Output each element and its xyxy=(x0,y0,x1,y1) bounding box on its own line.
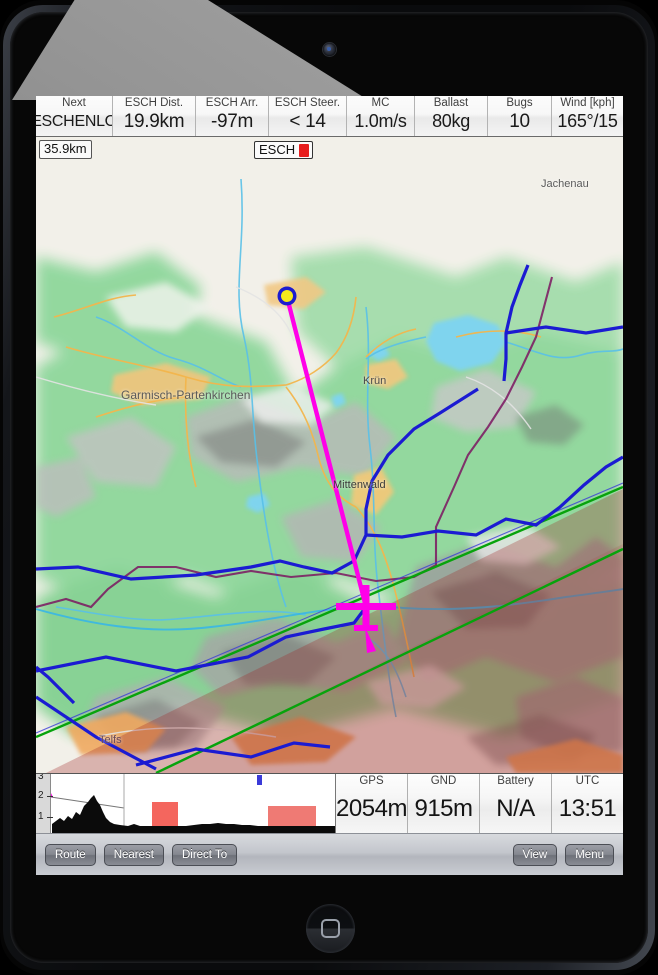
infobox-next[interactable]: Next ESCHENLO xyxy=(36,96,113,136)
infobox-value: 915m xyxy=(414,789,472,829)
infobox-value: 2054m xyxy=(336,789,407,829)
infobox-utc[interactable]: UTC 13:51 xyxy=(552,774,623,833)
infobox-title: Battery xyxy=(497,774,533,789)
profile-tick-3: 3 xyxy=(38,774,44,782)
moving-map[interactable]: 35.9km ESCH Jachenau Garmisch-Partenkirch… xyxy=(36,137,623,773)
profile-airspace-block xyxy=(268,806,316,826)
infobox-battery[interactable]: Battery N/A xyxy=(480,774,552,833)
direct-to-button[interactable]: Direct To xyxy=(172,844,237,866)
map-place-label: Jachenau xyxy=(541,178,589,190)
front-camera-icon xyxy=(323,43,336,56)
home-button[interactable] xyxy=(306,904,355,953)
map-place-label: Mittenwald xyxy=(333,479,386,491)
tablet-device: Next ESCHENLO ESCH Dist. 19.9km ESCH Arr… xyxy=(0,0,658,975)
infobox-title: Ballast xyxy=(434,97,469,110)
infobox-value: ESCHENLO xyxy=(36,110,113,133)
menu-button[interactable]: Menu xyxy=(565,844,614,866)
map-place-label: Garmisch-Partenkirchen xyxy=(121,388,250,402)
profile-tick-1: 1 xyxy=(38,811,44,822)
infobox-bugs[interactable]: Bugs 10 xyxy=(488,96,552,136)
bottom-toolbar: Route Nearest Direct To View Menu xyxy=(36,833,623,875)
infobox-value: 1.0m/s xyxy=(354,110,406,133)
route-button[interactable]: Route xyxy=(45,844,96,866)
infobox-value: 19.9km xyxy=(124,110,185,133)
infobox-title: Next xyxy=(62,97,86,110)
waypoint-color-swatch xyxy=(299,144,309,157)
nearest-button[interactable]: Nearest xyxy=(104,844,164,866)
profile-airspace-block xyxy=(152,802,178,826)
infobox-value: 80kg xyxy=(432,110,470,133)
infobox-title: MC xyxy=(372,97,390,110)
profile-y-axis xyxy=(36,774,51,833)
infobox-title: Wind [kph] xyxy=(560,97,614,110)
infobox-title: GND xyxy=(431,774,457,789)
infobox-title: ESCH Arr. xyxy=(206,97,258,110)
view-button[interactable]: View xyxy=(513,844,558,866)
infobox-esch-steer[interactable]: ESCH Steer. < 14 xyxy=(269,96,347,136)
map-place-label: Krün xyxy=(363,375,386,387)
infobox-wind[interactable]: Wind [kph] 165°/15 xyxy=(552,96,623,136)
infobox-esch-dist[interactable]: ESCH Dist. 19.9km xyxy=(113,96,196,136)
profile-canvas xyxy=(36,774,336,833)
bottom-status-row: 3 2 1 GPS 2054m GND 915m Battery N/A UTC… xyxy=(36,773,623,833)
waypoint-marker xyxy=(278,287,297,306)
infobox-title: GPS xyxy=(359,774,383,789)
infobox-value: 10 xyxy=(509,110,530,133)
terrain-profile-chart[interactable]: 3 2 1 xyxy=(36,774,336,833)
infobox-value: 165°/15 xyxy=(557,110,617,133)
infobox-gnd[interactable]: GND 915m xyxy=(408,774,480,833)
infobox-gps[interactable]: GPS 2054m xyxy=(336,774,408,833)
map-canvas xyxy=(36,137,623,773)
infobox-title: ESCH Steer. xyxy=(275,97,340,110)
infobox-value: 13:51 xyxy=(559,789,617,829)
profile-tick-2: 2 xyxy=(38,790,44,801)
infobox-ballast[interactable]: Ballast 80kg xyxy=(415,96,488,136)
infobox-esch-arr[interactable]: ESCH Arr. -97m xyxy=(196,96,269,136)
infobox-title: UTC xyxy=(576,774,600,789)
infobox-value: N/A xyxy=(496,789,535,829)
top-infobox-bar: Next ESCHENLO ESCH Dist. 19.9km ESCH Arr… xyxy=(36,96,623,137)
map-scale-badge: 35.9km xyxy=(39,140,92,159)
waypoint-label-text: ESCH xyxy=(259,142,295,158)
infobox-value: -97m xyxy=(211,110,253,133)
infobox-title: Bugs xyxy=(506,97,532,110)
waypoint-label-esch[interactable]: ESCH xyxy=(254,141,313,159)
infobox-mc[interactable]: MC 1.0m/s xyxy=(347,96,415,136)
infobox-value: < 14 xyxy=(289,110,325,133)
infobox-title: ESCH Dist. xyxy=(125,97,183,110)
map-place-label: Telfs xyxy=(99,734,122,746)
profile-waypoint-marker xyxy=(257,775,262,785)
app-screen: Next ESCHENLO ESCH Dist. 19.9km ESCH Arr… xyxy=(36,96,623,875)
